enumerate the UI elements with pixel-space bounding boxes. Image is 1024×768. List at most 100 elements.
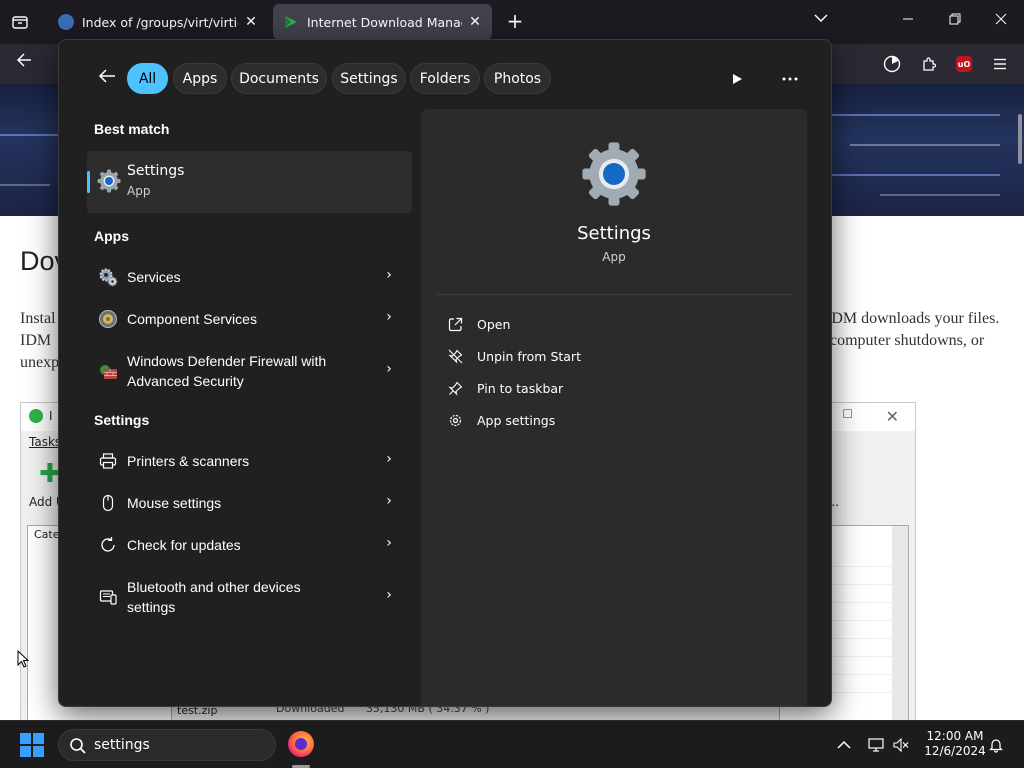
new-tab-button[interactable]: + [503, 10, 527, 34]
detail-app-type: App [602, 250, 626, 264]
tab-list-icon[interactable] [8, 11, 32, 33]
article-text: unexp [20, 354, 60, 371]
best-match-settings[interactable]: Settings App [87, 151, 412, 213]
pin-icon [447, 380, 463, 396]
detail-app-name: Settings [577, 223, 651, 244]
filter-photos[interactable]: Photos [484, 63, 551, 94]
article-text: IDM [20, 332, 52, 349]
mouse-cursor-icon [17, 649, 30, 668]
chevron-right-icon[interactable]: › [381, 361, 397, 377]
back-arrow-icon[interactable] [95, 68, 119, 92]
action-unpin-from-start[interactable]: Unpin from Start [447, 346, 581, 366]
tab-close-icon[interactable]: ✕ [244, 14, 258, 30]
clock-time: 12:00 AM [926, 729, 984, 743]
services-gear-icon [97, 266, 119, 288]
fedora-icon [58, 14, 74, 30]
setting-item-mouse-settings[interactable]: Mouse settings › [87, 492, 412, 514]
app-item-component-services[interactable]: Component Services › [87, 308, 412, 330]
chevron-down-icon[interactable] [814, 12, 828, 27]
system-clock[interactable]: 12:00 AM 12/6/2024 [916, 729, 994, 759]
maximize-icon: ☐ [842, 407, 853, 421]
extensions-puzzle-icon[interactable] [917, 52, 941, 76]
settings-gear-icon [581, 141, 647, 207]
taskbar-search-box[interactable]: settings [58, 729, 276, 761]
filter-documents[interactable]: Documents [231, 63, 327, 94]
selection-indicator [87, 171, 90, 193]
close-icon: ✕ [885, 407, 899, 426]
filter-apps[interactable]: Apps [173, 63, 227, 94]
action-label: Pin to taskbar [477, 380, 564, 396]
action-app-settings[interactable]: App settings [447, 410, 555, 430]
result-detail-pane: Settings App Open Unpin from Start Pin t… [421, 109, 807, 706]
more-options-icon[interactable] [778, 68, 802, 90]
setting-item-label: Mouse settings [127, 495, 222, 511]
play-icon[interactable] [725, 68, 749, 90]
app-item-label: Windows Defender Firewall with Advanced … [127, 351, 326, 391]
best-match-name: Settings [127, 163, 185, 179]
setting-item-label-line2: settings [127, 599, 176, 615]
hamburger-menu-icon[interactable] [988, 52, 1012, 76]
filter-settings[interactable]: Settings [332, 63, 406, 94]
tab-title: Index of /groups/virt/virtio-win/ [82, 14, 238, 30]
browser-tab-idm[interactable]: Internet Download Manager is ✕ [273, 4, 492, 40]
app-item-windows-defender-firewall[interactable]: Windows Defender Firewall with Advanced … [87, 350, 412, 392]
browser-tab-bar: Index of /groups/virt/virtio-win/ ✕ Inte… [0, 0, 1024, 44]
chevron-right-icon[interactable]: › [381, 587, 397, 603]
refresh-icon [97, 534, 119, 556]
close-window-icon[interactable] [989, 10, 1013, 34]
tab-close-icon[interactable]: ✕ [468, 14, 482, 30]
best-match-heading: Best match [94, 121, 170, 137]
unpin-icon [447, 348, 463, 364]
devices-icon [97, 586, 119, 608]
component-services-icon [97, 308, 119, 330]
restore-icon[interactable] [943, 10, 967, 34]
article-text: computer shutdowns, or [830, 332, 985, 349]
notification-bell-icon[interactable] [986, 735, 1006, 755]
timer-extension-icon[interactable] [880, 52, 904, 76]
action-pin-to-taskbar[interactable]: Pin to taskbar [447, 378, 563, 398]
chevron-right-icon[interactable]: › [381, 309, 397, 325]
back-arrow-icon[interactable] [12, 52, 36, 76]
app-item-label: Services [127, 269, 181, 285]
chevron-right-icon[interactable]: › [381, 493, 397, 509]
search-icon [69, 737, 87, 755]
setting-item-check-for-updates[interactable]: Check for updates › [87, 534, 412, 556]
page-scrollbar[interactable] [1018, 114, 1022, 164]
mouse-icon [97, 492, 119, 514]
setting-item-printers-scanners[interactable]: Printers & scanners › [87, 450, 412, 472]
app-item-label: Component Services [127, 311, 257, 327]
setting-item-label: Printers & scanners [127, 453, 250, 469]
tab-title: Internet Download Manager is [307, 14, 462, 30]
chevron-up-icon[interactable] [834, 735, 854, 755]
divider [437, 294, 793, 295]
setting-item-label: Check for updates [127, 537, 241, 553]
minimize-icon[interactable] [896, 10, 920, 34]
start-search-panel: All Apps Documents Settings Folders Phot… [58, 39, 832, 707]
action-label: Unpin from Start [477, 348, 581, 364]
article-text: Instal [20, 310, 56, 327]
open-external-icon [447, 316, 463, 332]
chevron-right-icon[interactable]: › [381, 535, 397, 551]
setting-item-label: Bluetooth and other devices settings [127, 577, 301, 617]
network-icon[interactable] [866, 735, 886, 755]
printer-icon [97, 450, 119, 472]
volume-muted-icon[interactable] [891, 735, 911, 755]
settings-gear-icon [97, 169, 121, 193]
taskbar: settings 12:00 AM 12/6/2024 [0, 720, 1024, 768]
chevron-right-icon[interactable]: › [381, 451, 397, 467]
apps-heading: Apps [94, 228, 129, 244]
clock-date: 12/6/2024 [924, 744, 986, 758]
filter-all[interactable]: All [127, 63, 168, 94]
app-item-services[interactable]: Services › [87, 266, 412, 288]
windows-start-icon[interactable] [20, 733, 44, 757]
search-input[interactable]: settings [94, 737, 150, 753]
browser-tab-virtio[interactable]: Index of /groups/virt/virtio-win/ ✕ [48, 4, 268, 40]
chevron-right-icon[interactable]: › [381, 267, 397, 283]
setting-item-bluetooth-devices[interactable]: Bluetooth and other devices settings › [87, 576, 412, 618]
ublock-origin-icon[interactable]: uO [952, 52, 976, 76]
filter-folders[interactable]: Folders [410, 63, 480, 94]
idm-scrollbar [892, 526, 908, 720]
action-open[interactable]: Open [447, 314, 510, 334]
action-label: Open [477, 316, 511, 332]
idm-logo-icon [29, 409, 43, 423]
